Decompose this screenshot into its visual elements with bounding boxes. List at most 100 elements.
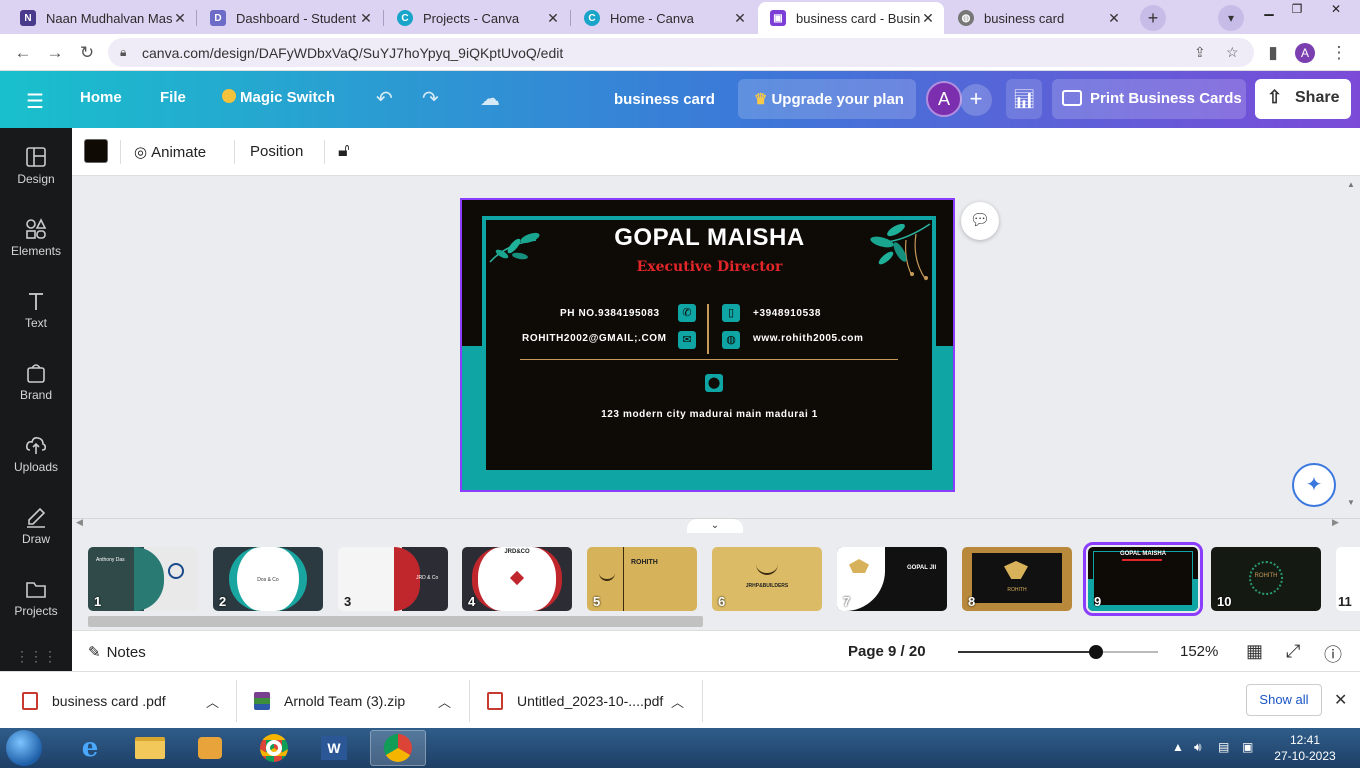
zoom-slider[interactable]: [958, 645, 1158, 659]
minimize-icon[interactable]: ▁: [1254, 0, 1284, 18]
cloud-saved-icon[interactable]: ☁: [480, 86, 500, 111]
chevron-up-icon[interactable]: ︿: [671, 692, 684, 711]
notes-button[interactable]: ✎ Notes: [88, 643, 146, 661]
add-comment-icon[interactable]: 💬︎: [961, 202, 999, 240]
print-business-cards-button[interactable]: Print Business Cards: [1052, 79, 1246, 119]
tray-expand-icon[interactable]: ▲: [1172, 740, 1184, 754]
scroll-down-arrow-icon[interactable]: ▼: [1344, 498, 1358, 507]
chevron-up-icon[interactable]: ︿: [206, 692, 219, 711]
card-title-text[interactable]: Executive Director: [462, 259, 953, 275]
scroll-right-arrow-icon[interactable]: ▶: [1332, 517, 1339, 528]
reload-icon[interactable]: ↻: [76, 42, 98, 64]
chevron-up-icon[interactable]: ︿: [438, 692, 451, 711]
page-indicator[interactable]: Page 9 / 20: [848, 643, 926, 660]
forward-arrow-icon[interactable]: →: [44, 42, 66, 64]
file-explorer-icon[interactable]: [122, 730, 178, 766]
collapse-chevron-icon[interactable]: ⌄: [687, 519, 743, 533]
page-thumbnail-5[interactable]: ROHITH 5: [587, 547, 697, 611]
card-name-text[interactable]: GOPAL MAISHA: [462, 224, 953, 252]
home-button[interactable]: Home: [80, 89, 122, 106]
sidebar-item-draw[interactable]: Draw: [0, 506, 72, 546]
file-menu-button[interactable]: File: [160, 89, 186, 106]
chrome-profile-active-icon[interactable]: [370, 730, 426, 766]
browser-tab-business-card-active[interactable]: ▣ business card - Busines ✕: [758, 2, 944, 34]
action-center-icon[interactable]: ▣: [1242, 740, 1253, 754]
sidebar-item-brand[interactable]: Brand: [0, 362, 72, 402]
magic-switch-button[interactable]: Magic Switch: [222, 89, 335, 106]
page-thumbnail-11[interactable]: 11: [1336, 547, 1360, 611]
bookmark-star-icon[interactable]: ☆: [1226, 44, 1239, 61]
browser-tab-home-canva[interactable]: C Home - Canva ✕: [572, 2, 756, 34]
redo-icon[interactable]: ↷: [422, 86, 439, 111]
browser-tab-naan-mudhalvan[interactable]: N Naan Mudhalvan Mass ✕: [8, 2, 196, 34]
page-thumbnail-4[interactable]: JRD&CO 4: [462, 547, 572, 611]
window-close-icon[interactable]: ✕: [1318, 0, 1354, 18]
media-player-icon[interactable]: [182, 730, 238, 766]
card-phone-left-text[interactable]: PH NO.9384195083: [560, 308, 660, 319]
download-item-untitled-pdf[interactable]: Untitled_2023-10-....pdf ︿: [487, 672, 693, 729]
magic-sparkle-icon[interactable]: ✦: [1292, 463, 1336, 507]
page-thumbnail-10[interactable]: ROHITH 10: [1211, 547, 1321, 611]
tab-search-button[interactable]: ▾: [1218, 5, 1244, 31]
address-bar[interactable]: 🔒︎ canva.com/design/DAFyWDbxVaQ/SuYJ7hoY…: [108, 38, 1254, 67]
animate-button[interactable]: ◎ Animate: [134, 143, 206, 161]
chrome-icon[interactable]: [246, 730, 302, 766]
close-tab-icon[interactable]: ✕: [358, 10, 374, 27]
scroll-left-arrow-icon[interactable]: ◀: [76, 517, 83, 528]
download-item-arnold-team-zip[interactable]: Arnold Team (3).zip ︿: [254, 672, 460, 729]
upgrade-plan-button[interactable]: ♛ Upgrade your plan: [738, 79, 916, 119]
sidebar-item-elements[interactable]: Elements: [0, 218, 72, 258]
document-title[interactable]: business card: [614, 91, 715, 108]
browser-tab-dashboard[interactable]: D Dashboard - Student ✕: [198, 2, 382, 34]
page-thumbnail-6[interactable]: JRHP&BUILDERS 6: [712, 547, 822, 611]
sidebar-item-design[interactable]: Design: [0, 146, 72, 186]
card-email-text[interactable]: ROHITH2002@GMAIL;.COM: [522, 333, 667, 344]
browser-tab-projects-canva[interactable]: C Projects - Canva ✕: [385, 2, 569, 34]
close-tab-icon[interactable]: ✕: [732, 10, 748, 27]
taskbar-clock[interactable]: 12:41 27-10-2023: [1268, 732, 1342, 764]
close-downloads-bar-icon[interactable]: ✕: [1334, 690, 1347, 710]
page-thumbnail-3[interactable]: JRD & Co 3: [338, 547, 448, 611]
page-thumbnail-8[interactable]: ROHITH 8: [962, 547, 1072, 611]
hamburger-menu-icon[interactable]: ☰: [26, 89, 44, 114]
close-tab-icon[interactable]: ✕: [1106, 10, 1122, 27]
word-icon[interactable]: W: [306, 730, 362, 766]
page-thumbnail-7[interactable]: GOPAL JII 7: [837, 547, 947, 611]
insights-chart-icon[interactable]: 📊︎: [1006, 79, 1042, 119]
lock-icon[interactable]: 🔓︎: [338, 140, 350, 161]
new-tab-button[interactable]: +: [1140, 5, 1166, 31]
zoom-slider-handle[interactable]: [1089, 645, 1103, 659]
network-icon[interactable]: ▤: [1218, 740, 1229, 754]
page-thumbnail-9-selected[interactable]: GOPAL MAISHA 9: [1083, 542, 1203, 616]
card-address-text[interactable]: 123 modern city madurai main madurai 1: [462, 409, 953, 420]
user-avatar[interactable]: A: [926, 81, 962, 117]
close-tab-icon[interactable]: ✕: [172, 10, 188, 27]
more-apps-grid-icon[interactable]: ⋮⋮⋮: [0, 648, 72, 665]
restore-icon[interactable]: ❐: [1282, 0, 1312, 18]
invite-plus-button[interactable]: +: [960, 84, 992, 116]
back-arrow-icon[interactable]: ←: [12, 42, 34, 64]
volume-icon[interactable]: 🔊︎: [1194, 740, 1202, 755]
share-page-icon[interactable]: ⇪: [1194, 44, 1206, 61]
share-button[interactable]: ⇧ Share: [1255, 79, 1351, 119]
kebab-menu-icon[interactable]: ⋮: [1328, 42, 1350, 64]
page-thumbnail-2[interactable]: Dos & Co 2: [213, 547, 323, 611]
profile-avatar[interactable]: A: [1295, 43, 1315, 63]
close-tab-icon[interactable]: ✕: [920, 10, 936, 27]
vertical-scrollbar[interactable]: ▲ ▼: [1344, 180, 1358, 510]
card-website-text[interactable]: www.rohith2005.com: [753, 333, 863, 344]
fullscreen-icon[interactable]: ⤢: [1286, 641, 1300, 662]
scroll-up-arrow-icon[interactable]: ▲: [1344, 180, 1358, 189]
show-all-downloads-button[interactable]: Show all: [1246, 684, 1322, 716]
windows-start-button[interactable]: [6, 730, 42, 766]
browser-tab-business-card[interactable]: ◍ business card ✕: [946, 2, 1130, 34]
color-swatch-button[interactable]: [84, 139, 108, 163]
help-question-icon[interactable]: ⓘ: [1324, 641, 1342, 667]
undo-icon[interactable]: ↶: [376, 86, 393, 111]
close-tab-icon[interactable]: ✕: [545, 10, 561, 27]
thumbnail-scrollbar[interactable]: [88, 616, 703, 627]
side-panel-icon[interactable]: ▮: [1262, 42, 1284, 64]
zoom-percentage[interactable]: 152%: [1180, 643, 1218, 660]
card-phone-right-text[interactable]: +3948910538: [753, 308, 821, 319]
grid-view-icon[interactable]: ▦: [1246, 641, 1263, 662]
